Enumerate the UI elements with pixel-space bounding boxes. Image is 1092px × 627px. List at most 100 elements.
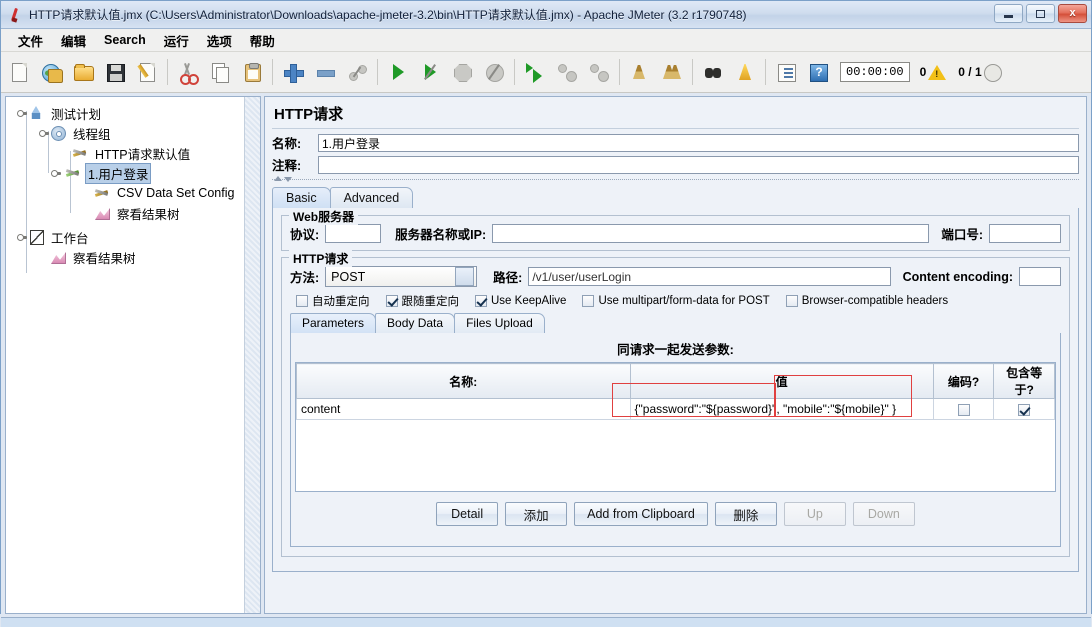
- column-header-encode[interactable]: 编码?: [932, 363, 995, 399]
- chevron-down-icon[interactable]: [455, 267, 475, 286]
- comment-input[interactable]: [318, 155, 1079, 174]
- name-input[interactable]: 1.用户登录: [318, 133, 1079, 152]
- menu-run[interactable]: 运行: [155, 29, 198, 52]
- checkbox-auto-redirect[interactable]: 自动重定向: [296, 293, 370, 309]
- checkbox-box-icon[interactable]: [582, 295, 595, 307]
- new-button[interactable]: [4, 56, 34, 88]
- warning-icon[interactable]: [926, 61, 947, 83]
- table-row[interactable]: content {"password":"${password}", "mobi…: [296, 398, 1055, 420]
- open-button[interactable]: [68, 56, 98, 88]
- search-reset-button[interactable]: [730, 56, 760, 88]
- tree-node-view-results-tree-1[interactable]: 察看结果树: [6, 203, 260, 223]
- test-plan-tree[interactable]: 测试计划 线程组 HTTP请求默认值 1.用户登录 CSV Data Set C…: [5, 96, 261, 614]
- tab-basic[interactable]: Basic: [272, 187, 331, 208]
- minimize-button[interactable]: [994, 4, 1023, 23]
- tree-node-thread-group[interactable]: 线程组: [6, 123, 260, 143]
- menu-edit[interactable]: 编辑: [52, 29, 95, 52]
- menu-help[interactable]: 帮助: [241, 29, 284, 52]
- menu-search[interactable]: Search: [95, 31, 155, 49]
- toolbar-separator: [692, 59, 693, 85]
- help-button[interactable]: ?: [803, 56, 833, 88]
- maximize-button[interactable]: [1026, 4, 1055, 23]
- checkbox-browser-headers[interactable]: Browser-compatible headers: [785, 295, 948, 307]
- paste-button[interactable]: [237, 56, 267, 88]
- tree-node-csv-data-set[interactable]: CSV Data Set Config: [6, 183, 260, 203]
- column-header-include-equals[interactable]: 包含等于?: [993, 363, 1055, 399]
- remote-stop-button[interactable]: [552, 56, 582, 88]
- checkbox-box-icon[interactable]: [957, 403, 970, 416]
- close-button[interactable]: x: [1058, 4, 1087, 23]
- delete-button[interactable]: 删除: [714, 502, 777, 526]
- copy-button[interactable]: [205, 56, 235, 88]
- collapse-icon: [314, 61, 336, 83]
- remote-shutdown-button[interactable]: [584, 56, 614, 88]
- clear-all-button[interactable]: [657, 56, 687, 88]
- expand-handle-icon[interactable]: [17, 109, 27, 118]
- port-input[interactable]: [989, 224, 1061, 243]
- down-button[interactable]: Down: [852, 502, 915, 526]
- collapse-all-button[interactable]: [310, 56, 340, 88]
- column-header-value[interactable]: 值: [629, 363, 934, 399]
- tab-body-data[interactable]: Body Data: [375, 313, 456, 333]
- add-button[interactable]: 添加: [505, 502, 568, 526]
- add-from-clipboard-button[interactable]: Add from Clipboard: [574, 502, 708, 526]
- up-button[interactable]: Up: [783, 502, 846, 526]
- function-helper-button[interactable]: [771, 56, 801, 88]
- cell-param-encode[interactable]: [932, 398, 995, 420]
- send-parameters-title: 同请求一起发送参数:: [617, 343, 734, 357]
- path-input[interactable]: /v1/user/userLogin: [528, 267, 891, 286]
- remote-start-button[interactable]: [520, 56, 550, 88]
- splitter-handle[interactable]: [272, 176, 1079, 186]
- menu-bar: 文件 编辑 Search 运行 选项 帮助: [1, 29, 1091, 52]
- tree-scrollbar[interactable]: [244, 97, 260, 613]
- search-button[interactable]: [698, 56, 728, 88]
- expand-all-button[interactable]: [278, 56, 308, 88]
- minimize-icon: [1004, 15, 1013, 18]
- stop-button[interactable]: [447, 56, 477, 88]
- tree-node-view-results-tree-2[interactable]: 察看结果树: [6, 247, 260, 267]
- toggle-button[interactable]: [342, 56, 372, 88]
- checkbox-box-icon[interactable]: [296, 295, 308, 307]
- tree-node-workbench[interactable]: 工作台: [6, 227, 260, 247]
- menu-file[interactable]: 文件: [9, 29, 52, 52]
- checkbox-keepalive[interactable]: Use KeepAlive: [475, 295, 566, 307]
- server-input[interactable]: [492, 224, 930, 243]
- cut-button[interactable]: [173, 56, 203, 88]
- http-request-row: 方法: POST 路径: /v1/user/userLogin Content …: [290, 266, 1061, 287]
- templates-button[interactable]: [36, 56, 66, 88]
- expand-handle-icon[interactable]: [51, 169, 61, 178]
- shutdown-button[interactable]: [479, 56, 509, 88]
- checkbox-multipart[interactable]: Use multipart/form-data for POST: [582, 295, 770, 307]
- tree-node-http-defaults[interactable]: HTTP请求默认值: [6, 143, 260, 163]
- parameters-pane: 同请求一起发送参数: 名称: 值 编码? 包含等于? content {"pas…: [290, 333, 1061, 547]
- protocol-input[interactable]: [325, 224, 382, 243]
- cell-param-include-equals[interactable]: [993, 398, 1055, 420]
- checkbox-box-icon[interactable]: [1018, 403, 1031, 416]
- tab-advanced[interactable]: Advanced: [329, 187, 414, 208]
- parameter-tabs: Parameters Body Data Files Upload: [290, 313, 1061, 333]
- tree-node-test-plan[interactable]: 测试计划: [6, 103, 260, 123]
- checkbox-box-icon[interactable]: [385, 295, 398, 307]
- column-header-name[interactable]: 名称:: [296, 363, 631, 399]
- tab-parameters[interactable]: Parameters: [290, 313, 377, 333]
- tree-node-user-login[interactable]: 1.用户登录: [6, 162, 260, 184]
- start-no-pauses-button[interactable]: [415, 56, 445, 88]
- cell-param-value[interactable]: {"password":"${password}", "mobile":"${m…: [629, 398, 934, 420]
- cell-param-name[interactable]: content: [296, 398, 631, 420]
- no-handle-icon: [40, 253, 49, 262]
- save-as-button[interactable]: [132, 56, 162, 88]
- start-button[interactable]: [383, 56, 413, 88]
- expand-handle-icon[interactable]: [39, 129, 49, 138]
- content-encoding-input[interactable]: [1019, 267, 1061, 286]
- clear-button[interactable]: [625, 56, 655, 88]
- checkbox-follow-redirect[interactable]: 跟随重定向: [385, 293, 459, 309]
- checkbox-box-icon[interactable]: [785, 295, 798, 307]
- menu-options[interactable]: 选项: [198, 29, 241, 52]
- tab-files-upload[interactable]: Files Upload: [454, 313, 545, 333]
- method-select[interactable]: POST: [325, 266, 478, 287]
- save-button[interactable]: [100, 56, 130, 88]
- checkbox-box-icon[interactable]: [475, 295, 487, 307]
- detail-button[interactable]: Detail: [436, 502, 499, 526]
- parameters-table-wrapper[interactable]: 名称: 值 编码? 包含等于? content {"password":"${p…: [295, 362, 1056, 492]
- expand-handle-icon[interactable]: [17, 233, 27, 242]
